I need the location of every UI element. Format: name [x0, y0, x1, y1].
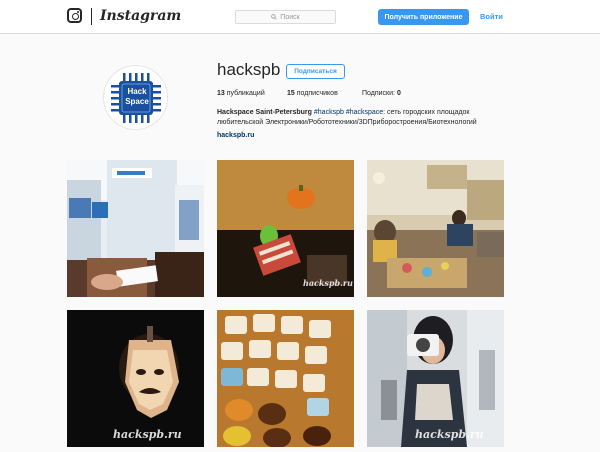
followers-label: подписчиков — [296, 90, 338, 97]
get-app-button[interactable]: Получить приложение — [378, 9, 469, 25]
profile-bio: Hackspace Saint-Petersburg #hackspb #hac… — [217, 108, 507, 141]
posts-stat: 13 публикаций — [217, 90, 265, 97]
post-thumbnail-6[interactable]: hackspb.ru — [367, 310, 504, 447]
avatar-logo-text-hack: Hack — [127, 87, 147, 96]
avatar-logo-text-space: Space — [125, 97, 149, 106]
post-thumbnail-1[interactable] — [67, 160, 204, 297]
post-thumbnail-2[interactable]: hackspb.ru — [217, 160, 354, 297]
post-2-watermark: hackspb.ru — [303, 278, 353, 288]
instagram-wordmark[interactable]: Instagram — [100, 8, 181, 24]
post-3-workshop-photo — [367, 160, 504, 297]
followers-count: 15 — [287, 90, 295, 97]
search-placeholder: Поиск — [280, 13, 300, 21]
profile-username: hackspb — [217, 60, 281, 79]
post-5-candy-letters-photo — [217, 310, 354, 447]
post-4-watermark: hackspb.ru — [113, 428, 182, 441]
followers-stat[interactable]: 15 подписчиков — [287, 90, 338, 97]
bio-text-1: : сеть городских площадок — [383, 109, 470, 116]
profile-avatar[interactable]: Hack Space — [103, 65, 168, 130]
following-stat[interactable]: Подписки: 0 — [362, 90, 401, 97]
post-thumbnail-5[interactable] — [217, 310, 354, 447]
brand-divider — [91, 8, 92, 25]
post-4-mask-lamp-photo — [67, 310, 204, 447]
search-input[interactable]: Поиск — [235, 10, 336, 24]
bio-hashtag-hackspb[interactable]: #hackspb — [314, 109, 344, 116]
post-6-watermark: hackspb.ru — [415, 428, 484, 441]
search-icon — [271, 14, 277, 20]
posts-count: 13 — [217, 90, 225, 97]
post-thumbnail-3[interactable] — [367, 160, 504, 297]
login-link[interactable]: Войти — [480, 12, 503, 21]
bio-text-2: любительской Электроники/Робототехники/3… — [217, 119, 477, 126]
instagram-camera-icon[interactable] — [67, 8, 82, 23]
following-label: Подписки: — [362, 90, 395, 97]
post-thumbnail-4[interactable]: hackspb.ru — [67, 310, 204, 447]
bio-website-link[interactable]: hackspb.ru — [217, 131, 507, 141]
top-navigation-bar: Instagram Поиск Получить приложение Войт… — [0, 0, 600, 34]
posts-label: публикаций — [226, 90, 265, 97]
bio-line-1: Hackspace Saint-Petersburg #hackspb #hac… — [217, 108, 507, 118]
post-2-pumpkin-photo — [217, 160, 354, 297]
bio-full-name: Hackspace Saint-Petersburg — [217, 109, 312, 116]
post-6-camera-selfie-photo — [367, 310, 504, 447]
bio-hashtag-hackspace[interactable]: #hackspace — [346, 109, 383, 116]
post-1-exhibition-photo — [67, 160, 204, 297]
following-count: 0 — [396, 90, 401, 97]
follow-button[interactable]: Подписаться — [286, 64, 345, 79]
